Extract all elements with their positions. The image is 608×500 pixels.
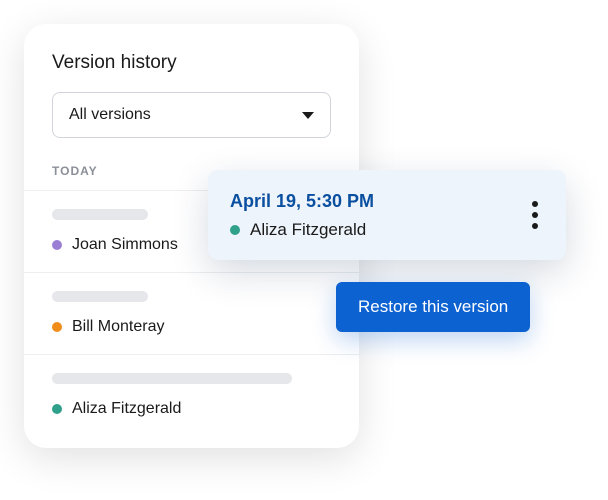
dropdown-label: All versions [69, 106, 151, 124]
panel-title: Version history [24, 52, 359, 92]
version-item[interactable]: Aliza Fitzgerald [24, 354, 359, 436]
version-author: Aliza Fitzgerald [250, 220, 366, 240]
version-detail-popup: April 19, 5:30 PM Aliza Fitzgerald [208, 170, 566, 260]
skeleton-line [52, 373, 292, 384]
author-row: Aliza Fitzgerald [52, 400, 331, 418]
author-name: Bill Monteray [72, 318, 164, 336]
version-timestamp: April 19, 5:30 PM [230, 191, 374, 212]
author-color-dot [52, 240, 62, 250]
version-item[interactable]: Bill Monteray [24, 272, 359, 354]
caret-down-icon [302, 112, 314, 119]
author-name: Aliza Fitzgerald [72, 400, 181, 418]
skeleton-line [52, 291, 148, 302]
version-filter-dropdown[interactable]: All versions [52, 92, 331, 138]
author-color-dot [52, 404, 62, 414]
restore-version-button[interactable]: Restore this version [336, 282, 530, 332]
author-color-dot [230, 225, 240, 235]
more-options-icon[interactable] [526, 195, 544, 235]
author-name: Joan Simmons [72, 236, 178, 254]
skeleton-line [52, 209, 148, 220]
author-row: Bill Monteray [52, 318, 331, 336]
author-color-dot [52, 322, 62, 332]
